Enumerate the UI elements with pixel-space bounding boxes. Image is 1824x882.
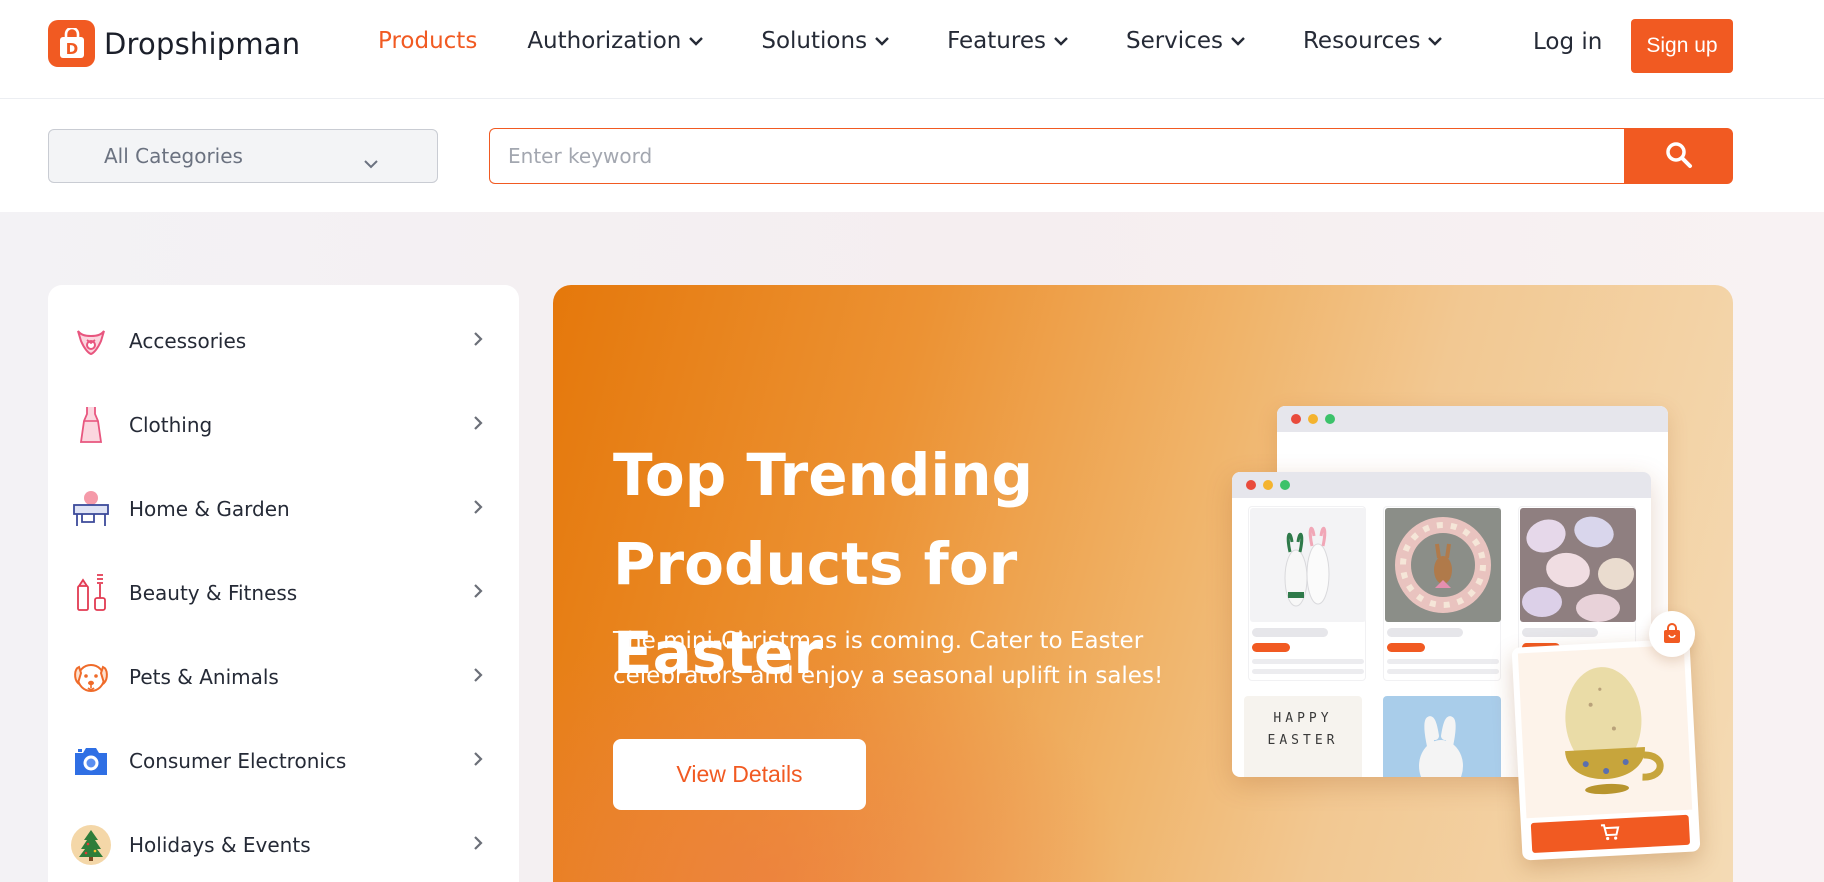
placeholder-price bbox=[1387, 643, 1425, 652]
dog-icon bbox=[70, 656, 112, 698]
site-header: D Dropshipman Products Authorization Sol… bbox=[0, 0, 1824, 99]
brand-name: Dropshipman bbox=[104, 26, 301, 61]
placeholder-line bbox=[1387, 669, 1499, 674]
chevron-down-icon bbox=[1053, 36, 1069, 46]
sidebar-item-label: Home & Garden bbox=[129, 497, 290, 521]
nav-label: Resources bbox=[1302, 28, 1421, 54]
sidebar-item-pets-animals[interactable]: Pets & Animals bbox=[48, 635, 519, 719]
window-dot bbox=[1263, 480, 1273, 490]
chevron-down-icon bbox=[1230, 36, 1246, 46]
sidebar-item-label: Consumer Electronics bbox=[129, 749, 347, 773]
chevron-right-icon bbox=[472, 414, 484, 436]
placeholder-line bbox=[1252, 659, 1364, 664]
necklace-icon bbox=[70, 320, 112, 362]
sidebar-item-label: Clothing bbox=[129, 413, 213, 437]
placeholder-line bbox=[1522, 628, 1598, 637]
product-card bbox=[1248, 506, 1366, 681]
nav-features[interactable]: Features bbox=[947, 28, 1069, 54]
sidebar-item-beauty-fitness[interactable]: Beauty & Fitness bbox=[48, 551, 519, 635]
chevron-right-icon bbox=[472, 582, 484, 604]
egg-cup-image bbox=[1517, 644, 1693, 819]
egg-wreath-image bbox=[1385, 508, 1501, 622]
search-input[interactable] bbox=[489, 128, 1625, 184]
chevron-right-icon bbox=[472, 330, 484, 352]
sidebar-item-accessories[interactable]: Accessories bbox=[48, 299, 519, 383]
placeholder-line bbox=[1252, 628, 1328, 637]
happy-easter-text-1: HAPPY bbox=[1273, 711, 1332, 726]
chevron-right-icon bbox=[472, 750, 484, 772]
sidebar-item-label: Accessories bbox=[129, 329, 247, 353]
featured-product-card[interactable] bbox=[1511, 638, 1701, 861]
placeholder-line bbox=[1252, 669, 1364, 674]
view-details-button[interactable]: View Details bbox=[613, 739, 866, 810]
shopping-bag-d-icon: D bbox=[48, 20, 95, 67]
window-dot bbox=[1308, 414, 1318, 424]
camera-icon bbox=[70, 740, 112, 782]
sidebar-item-label: Beauty & Fitness bbox=[129, 581, 298, 605]
search-icon bbox=[1664, 140, 1694, 173]
main-nav: Products Authorization Solutions Feature… bbox=[378, 28, 1443, 54]
sidebar-item-home-garden[interactable]: Home & Garden bbox=[48, 467, 519, 551]
window-dot bbox=[1280, 480, 1290, 490]
nav-label: Products bbox=[378, 28, 478, 54]
sidebar-item-label: Pets & Animals bbox=[129, 665, 279, 689]
window-titlebar bbox=[1232, 472, 1651, 498]
login-link[interactable]: Log in bbox=[1533, 29, 1602, 55]
chevron-down-icon bbox=[688, 36, 704, 46]
nav-authorization[interactable]: Authorization bbox=[527, 28, 704, 54]
product-card bbox=[1383, 506, 1501, 681]
search-bar: All Categories bbox=[0, 100, 1824, 212]
brand-logo[interactable]: D Dropshipman bbox=[48, 20, 300, 67]
window-dot bbox=[1291, 414, 1301, 424]
chevron-right-icon bbox=[472, 498, 484, 520]
sidebar-item-holidays-events[interactable]: Holidays & Events bbox=[48, 803, 519, 882]
nav-services[interactable]: Services bbox=[1126, 28, 1246, 54]
chevron-down-icon bbox=[874, 36, 890, 46]
nav-label: Solutions bbox=[761, 28, 868, 54]
nav-label: Services bbox=[1125, 28, 1223, 54]
signup-button[interactable]: Sign up bbox=[1631, 19, 1733, 73]
window-dot bbox=[1246, 480, 1256, 490]
category-select-value: All Categories bbox=[104, 144, 243, 168]
nav-solutions[interactable]: Solutions bbox=[761, 28, 890, 54]
hero-banner: Top Trending Products for Easter The min… bbox=[553, 285, 1733, 882]
category-select[interactable]: All Categories bbox=[48, 129, 438, 183]
sidebar-item-clothing[interactable]: Clothing bbox=[48, 383, 519, 467]
svg-text:D: D bbox=[65, 40, 77, 58]
placeholder-line bbox=[1387, 628, 1463, 637]
cosmetics-icon bbox=[70, 572, 112, 614]
nav-label: Authorization bbox=[527, 28, 682, 54]
nav-products[interactable]: Products bbox=[378, 28, 477, 54]
hero-title-line-1: Top Trending bbox=[613, 441, 1034, 509]
happy-easter-text-2: EASTER bbox=[1268, 733, 1339, 748]
chevron-down-icon bbox=[1427, 36, 1443, 46]
chevron-right-icon bbox=[472, 834, 484, 856]
happy-easter-card: HAPPY EASTER bbox=[1244, 696, 1362, 777]
nav-resources[interactable]: Resources bbox=[1303, 28, 1443, 54]
dress-icon bbox=[70, 404, 112, 446]
chevron-right-icon bbox=[472, 666, 484, 688]
speckled-eggs-image bbox=[1520, 508, 1636, 622]
sidebar-item-label: Holidays & Events bbox=[129, 833, 311, 857]
christmas-tree-icon bbox=[70, 824, 112, 866]
shopping-bag-icon bbox=[1649, 611, 1695, 657]
window-dot bbox=[1325, 414, 1335, 424]
cart-icon bbox=[1600, 822, 1621, 845]
furniture-icon bbox=[70, 488, 112, 530]
search-button[interactable] bbox=[1624, 128, 1733, 184]
category-sidebar: Accessories Clothing Home & Garden Beaut… bbox=[48, 285, 519, 882]
bunny-figurines-image bbox=[1250, 508, 1366, 622]
nav-label: Features bbox=[947, 28, 1046, 54]
placeholder-price bbox=[1252, 643, 1290, 652]
hero-subtitle: The mini-Christmas is coming. Cater to E… bbox=[613, 628, 1164, 689]
window-titlebar bbox=[1277, 406, 1668, 432]
add-to-cart-bar[interactable] bbox=[1530, 814, 1691, 853]
sidebar-item-consumer-electronics[interactable]: Consumer Electronics bbox=[48, 719, 519, 803]
bunny-blue-card bbox=[1383, 696, 1501, 777]
chevron-down-icon bbox=[363, 150, 379, 174]
placeholder-line bbox=[1387, 659, 1499, 664]
